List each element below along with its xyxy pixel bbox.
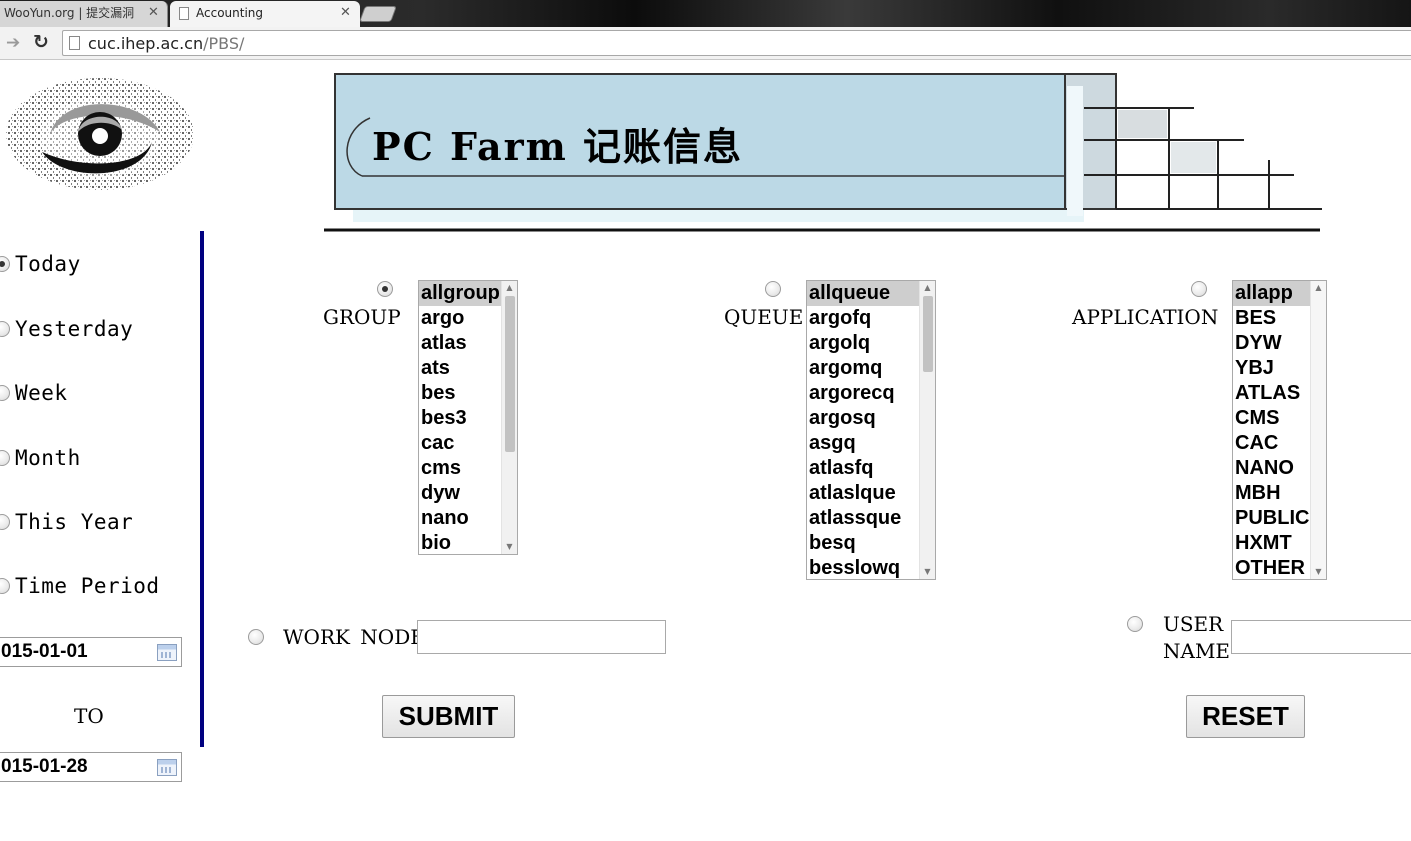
list-item[interactable]: argomq [807,356,935,381]
tab-close-icon[interactable]: ✕ [340,1,351,25]
scroll-up-arrow-icon[interactable]: ▲ [1311,281,1326,295]
period-label: Month [15,446,81,470]
url-host: cuc.ihep.ac.cn [88,34,204,53]
calendar-icon[interactable] [157,759,177,776]
queue-radio[interactable] [765,281,781,297]
work-node-label: WORK NODE [283,625,425,649]
scroll-down-arrow-icon[interactable]: ▼ [920,565,935,579]
period-option-yesterday[interactable]: Yesterday [0,315,133,343]
period-label: Today [15,252,81,276]
list-item[interactable]: argorecq [807,381,935,406]
group-radio[interactable] [377,281,393,297]
address-bar[interactable]: cuc.ihep.ac.cn/PBS/ [62,30,1411,56]
group-label: GROUP [323,305,401,329]
scroll-up-arrow-icon[interactable]: ▲ [920,281,935,295]
group-scrollbar[interactable]: ▲ ▼ [501,281,517,554]
scrollbar-thumb[interactable] [505,296,515,452]
to-date-field[interactable]: 015-01-28 [0,752,182,782]
today-radio[interactable] [0,256,10,272]
list-item[interactable]: argosq [807,406,935,431]
tab-close-icon[interactable]: ✕ [148,1,159,25]
list-item[interactable]: argolq [807,331,935,356]
application-radio[interactable] [1191,281,1207,297]
yesterday-radio[interactable] [0,321,10,337]
page-icon [69,36,80,50]
url-path: /PBS/ [203,34,245,53]
group-listbox[interactable]: allgroup argo atlas ats bes bes3 cac cms… [418,280,518,555]
scroll-down-arrow-icon[interactable]: ▼ [1311,565,1326,579]
list-item[interactable]: atlaslque [807,481,935,506]
period-label: This Year [15,510,134,534]
page-icon [179,7,189,20]
forward-arrow-icon[interactable]: ➔ [6,33,20,53]
week-radio[interactable] [0,385,10,401]
browser-tab-accounting[interactable]: Accounting ✕ [170,1,360,27]
list-item[interactable]: asgq [807,431,935,456]
scroll-down-arrow-icon[interactable]: ▼ [502,540,517,554]
user-name-radio[interactable] [1127,616,1143,632]
new-tab-button[interactable] [359,6,397,22]
application-scrollbar[interactable]: ▲ ▼ [1310,281,1326,579]
time-period-radio[interactable] [0,578,10,594]
scrollbar-thumb[interactable] [923,296,933,372]
user-name-input[interactable] [1231,620,1411,654]
user-label: USER [1163,612,1224,636]
sidebar-divider [200,231,204,747]
queue-scrollbar[interactable]: ▲ ▼ [919,281,935,579]
name-label: NAME [1163,639,1231,663]
ihep-logo [6,78,194,190]
browser-tab-strip: WooYun.org | 提交漏洞 ✕ Accounting ✕ [0,0,1411,27]
url-text[interactable]: cuc.ihep.ac.cn/PBS/ [88,34,244,53]
list-item[interactable]: atlassque [807,506,935,531]
work-node-radio[interactable] [248,629,264,645]
browser-tab-wooyun[interactable]: WooYun.org | 提交漏洞 ✕ [0,1,168,27]
from-date-field[interactable]: 015-01-01 [0,637,182,667]
to-label: TO [74,704,104,728]
period-option-today[interactable]: Today [0,250,81,278]
period-label: Yesterday [15,317,134,341]
calendar-icon[interactable] [157,644,177,661]
browser-toolbar: ➔ ↻ cuc.ihep.ac.cn/PBS/ [0,27,1411,60]
list-item[interactable]: besq [807,531,935,556]
period-label: Time Period [15,574,160,598]
reset-button[interactable]: RESET [1186,695,1305,738]
banner-title: PC Farm 记账信息 [372,124,744,169]
from-date-value: 015-01-01 [1,641,88,662]
month-radio[interactable] [0,450,10,466]
list-item[interactable]: besslowq [807,556,935,579]
tab-title: WooYun.org | 提交漏洞 [4,6,135,20]
reload-icon[interactable]: ↻ [33,31,49,53]
period-option-time-period[interactable]: Time Period [0,572,160,600]
this-year-radio[interactable] [0,514,10,530]
period-option-week[interactable]: Week [0,379,68,407]
list-item[interactable]: allqueue [807,281,935,306]
queue-label: QUEUE [724,305,804,329]
period-option-month[interactable]: Month [0,444,81,472]
period-label: Week [15,381,68,405]
to-date-value: 015-01-28 [1,756,88,777]
tab-title: Accounting [196,6,264,20]
period-option-this-year[interactable]: This Year [0,508,133,536]
application-listbox[interactable]: allapp BES DYW YBJ ATLAS CMS CAC NANO MB… [1232,280,1327,580]
queue-listbox[interactable]: allqueue argofq argolq argomq argorecq a… [806,280,936,580]
list-item[interactable]: argofq [807,306,935,331]
work-node-input[interactable] [417,620,666,654]
scroll-up-arrow-icon[interactable]: ▲ [502,281,517,295]
list-item[interactable]: atlasfq [807,456,935,481]
application-label: APPLICATION [1072,305,1219,329]
submit-button[interactable]: SUBMIT [382,695,515,738]
